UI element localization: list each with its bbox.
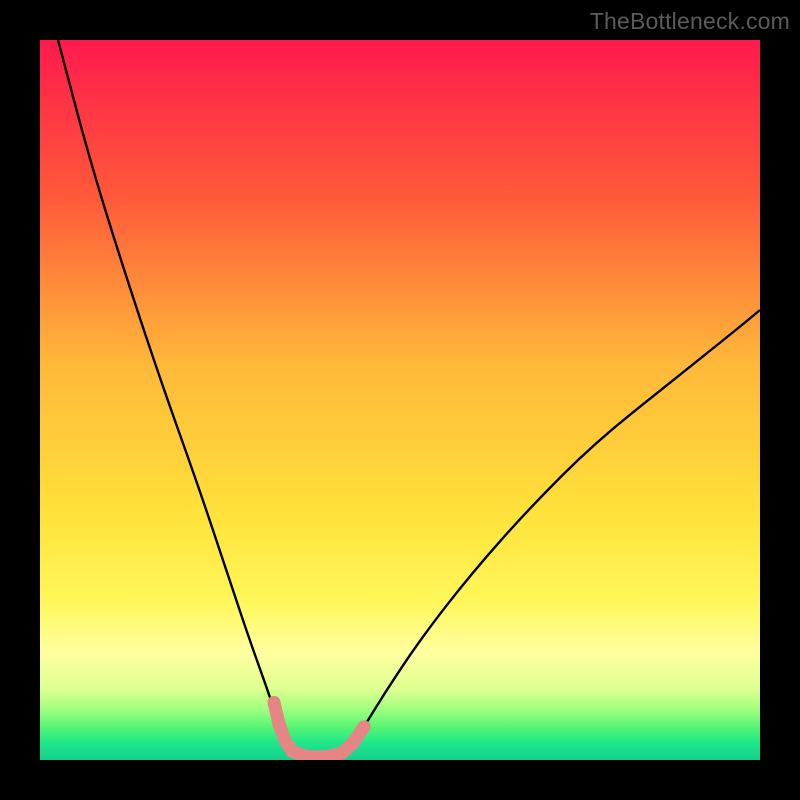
plot-area [40, 40, 760, 760]
right-curve [328, 310, 760, 757]
marker-dot [278, 733, 291, 746]
marker-dot [286, 745, 299, 758]
marker-dot [358, 720, 371, 733]
salmon-markers [268, 696, 371, 760]
marker-dot [347, 736, 360, 749]
marker-dot [336, 746, 349, 759]
left-curve [58, 40, 328, 757]
chart-curves [40, 40, 760, 760]
watermark-text: TheBottleneck.com [590, 8, 790, 35]
marker-dot [273, 718, 286, 731]
marker-dot [268, 696, 281, 709]
chart-frame: TheBottleneck.com [0, 0, 800, 800]
